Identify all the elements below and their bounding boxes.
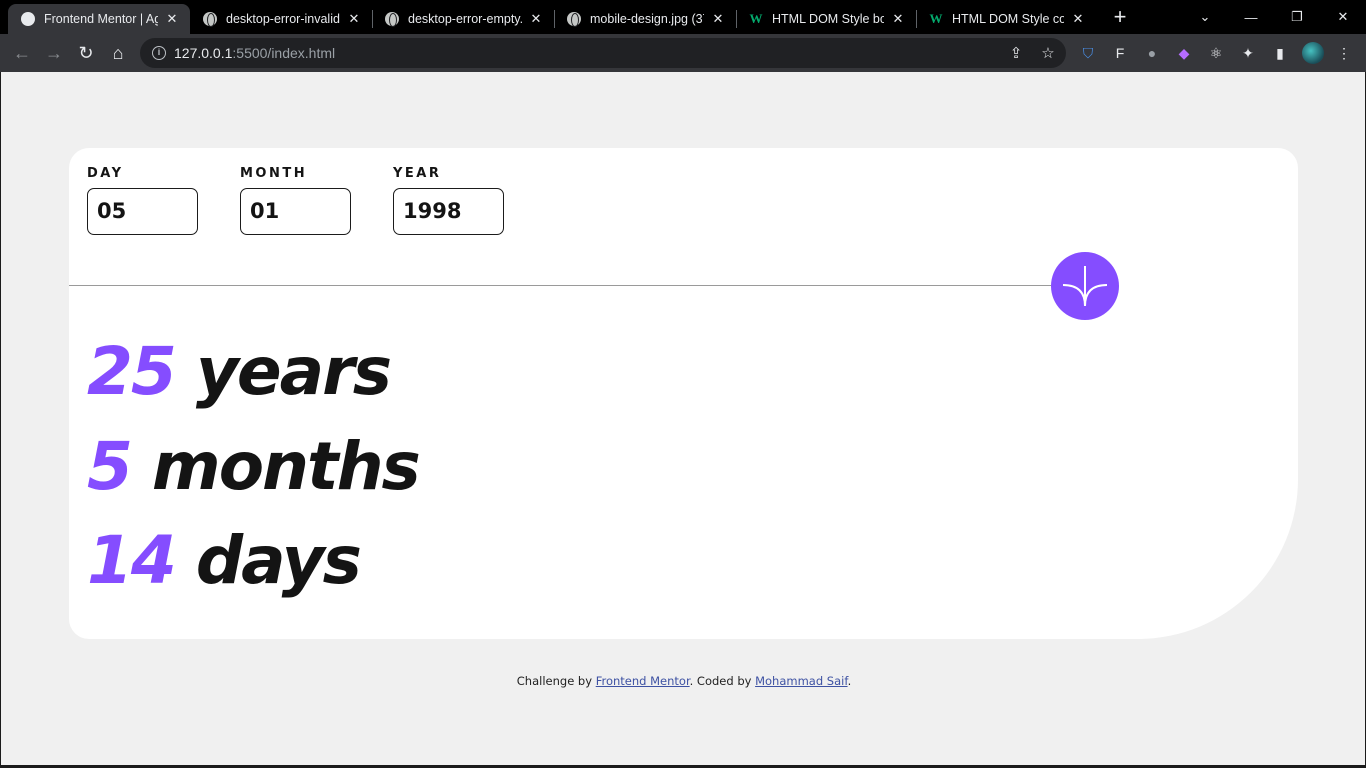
divider-line	[69, 285, 1053, 286]
tab-dom-style-color[interactable]: W HTML DOM Style colo ✕	[916, 4, 1096, 34]
tab-title: Frontend Mentor | Age	[44, 12, 158, 26]
calculate-button[interactable]	[1051, 252, 1119, 320]
frontend-mentor-link[interactable]: Frontend Mentor	[596, 674, 690, 688]
day-field: DAY 05	[87, 166, 198, 235]
site-info-icon[interactable]: i	[152, 46, 166, 60]
w3schools-favicon-icon: W	[929, 11, 943, 26]
tab-title: desktop-error-empty.jp	[408, 12, 522, 26]
tab-title: HTML DOM Style colo	[952, 12, 1064, 26]
tab-search-button[interactable]: ⌄	[1182, 0, 1228, 34]
days-unit: days	[195, 522, 362, 599]
forward-button[interactable]: →	[41, 40, 67, 66]
year-input[interactable]: 1998	[393, 188, 504, 235]
share-icon[interactable]: ⇪	[1006, 43, 1026, 63]
close-tab-icon[interactable]: ✕	[1070, 11, 1086, 27]
shield-extension-icon[interactable]: ⛉	[1078, 43, 1098, 63]
react-devtools-icon[interactable]: ⚛	[1206, 43, 1226, 63]
age-calculator-card: DAY 05 MONTH 01 YEAR 1998 25 years 5 mon…	[69, 148, 1298, 639]
footer-middle: . Coded by	[689, 674, 756, 688]
tab-title: desktop-error-invalid.j	[226, 12, 340, 26]
tab-strip: Frontend Mentor | Age ✕ desktop-error-in…	[0, 0, 1366, 34]
reload-button[interactable]: ↻	[73, 40, 99, 66]
years-value: 25	[87, 333, 177, 410]
years-unit: years	[195, 333, 392, 410]
tab-dom-style-border[interactable]: W HTML DOM Style borde ✕	[736, 4, 916, 34]
back-button[interactable]: ←	[9, 40, 35, 66]
extension-f-icon[interactable]: F	[1110, 43, 1130, 63]
browser-toolbar: ← → ↻ ⌂ i 127.0.0.1:5500/index.html ⇪ ☆ …	[0, 34, 1366, 72]
day-label: DAY	[87, 166, 124, 181]
days-result: 14 days	[87, 528, 362, 594]
close-window-button[interactable]: ✕	[1320, 0, 1366, 34]
close-tab-icon[interactable]: ✕	[710, 11, 726, 27]
address-bar[interactable]: i 127.0.0.1:5500/index.html ⇪ ☆	[140, 38, 1066, 68]
tab-mobile-design[interactable]: mobile-design.jpg (37 ✕	[554, 4, 736, 34]
minimize-button[interactable]: —	[1228, 0, 1274, 34]
tab-frontend-mentor[interactable]: Frontend Mentor | Age ✕	[8, 4, 190, 34]
globe-icon	[384, 11, 400, 27]
months-value: 5	[87, 428, 133, 505]
side-panel-icon[interactable]: ▮	[1270, 43, 1290, 63]
day-input[interactable]: 05	[87, 188, 198, 235]
frontend-mentor-favicon-icon	[20, 11, 36, 27]
close-tab-icon[interactable]: ✕	[164, 11, 180, 27]
month-label: MONTH	[240, 166, 308, 181]
extension-color-icon[interactable]: ◆	[1174, 43, 1194, 63]
url-text: 127.0.0.1:5500/index.html	[174, 45, 336, 61]
year-label: YEAR	[393, 166, 442, 181]
author-link[interactable]: Mohammad Saif	[755, 674, 847, 688]
menu-kebab-icon[interactable]: ⋮	[1334, 43, 1354, 63]
footer-prefix: Challenge by	[516, 674, 596, 688]
home-button[interactable]: ⌂	[105, 40, 131, 66]
days-value: 14	[87, 522, 177, 599]
month-field: MONTH 01	[240, 166, 351, 235]
restore-button[interactable]: ❐	[1274, 0, 1320, 34]
close-tab-icon[interactable]: ✕	[890, 11, 906, 27]
footer-suffix: .	[847, 674, 852, 688]
profile-avatar[interactable]	[1302, 42, 1324, 64]
new-tab-button[interactable]: +	[1108, 6, 1132, 30]
months-result: 5 months	[87, 434, 421, 500]
w3schools-favicon-icon: W	[749, 11, 763, 26]
arrow-down-icon	[1062, 266, 1108, 307]
month-input[interactable]: 01	[240, 188, 351, 235]
page-viewport: DAY 05 MONTH 01 YEAR 1998 25 years 5 mon…	[0, 72, 1366, 768]
year-field: YEAR 1998	[393, 166, 504, 235]
tab-desktop-error-empty[interactable]: desktop-error-empty.jp ✕	[372, 4, 554, 34]
close-tab-icon[interactable]: ✕	[528, 11, 544, 27]
globe-icon	[202, 11, 218, 27]
close-tab-icon[interactable]: ✕	[346, 11, 362, 27]
tab-desktop-error-invalid[interactable]: desktop-error-invalid.j ✕	[190, 4, 372, 34]
months-unit: months	[151, 428, 421, 505]
bookmark-star-icon[interactable]: ☆	[1038, 43, 1058, 63]
globe-icon	[566, 11, 582, 27]
attribution-footer: Challenge by Frontend Mentor. Coded by M…	[1, 674, 1366, 688]
extension-dot-icon[interactable]: ●	[1142, 43, 1162, 63]
tab-title: mobile-design.jpg (37	[590, 12, 704, 26]
tab-title: HTML DOM Style borde	[772, 12, 884, 26]
extensions-puzzle-icon[interactable]: ✦	[1238, 43, 1258, 63]
years-result: 25 years	[87, 339, 392, 405]
